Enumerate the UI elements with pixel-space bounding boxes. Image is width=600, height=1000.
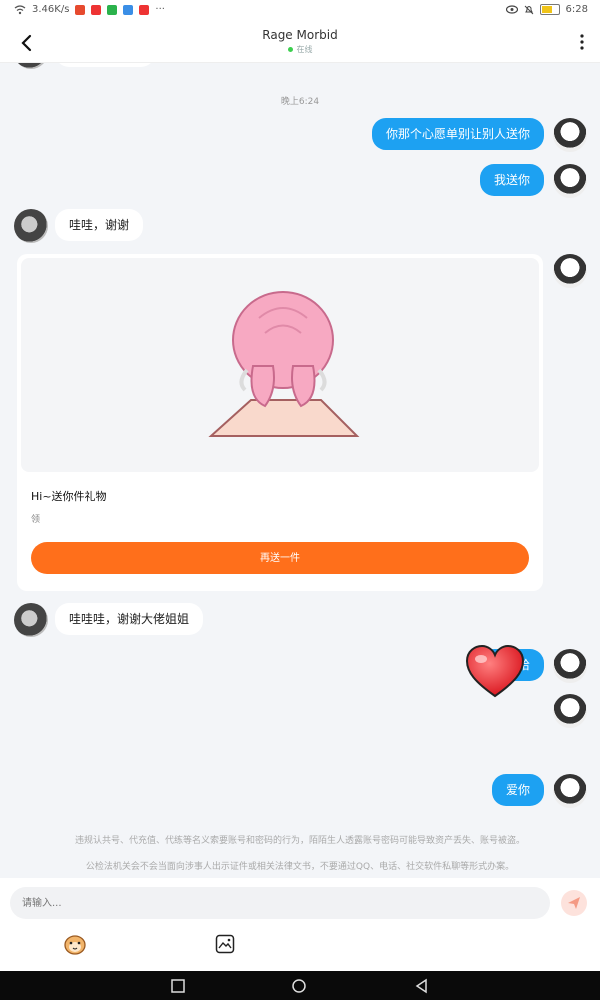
contact-avatar[interactable]	[14, 63, 48, 69]
wechat-icon	[107, 4, 118, 15]
safety-notice-line: 违规认共号、代充值、代练等名义索要账号和密码的行为，陌陌生人透露账号密码可能导致…	[74, 836, 525, 846]
gift-card[interactable]: Hi~送你件礼物 领 再送一件	[17, 254, 543, 591]
contact-avatar[interactable]	[14, 209, 48, 243]
emoji-face-icon[interactable]	[63, 933, 87, 955]
app-notification-icon	[91, 4, 102, 15]
status-right: 6:28	[505, 4, 588, 15]
my-avatar[interactable]	[553, 118, 587, 152]
gift-avatar-illustration	[208, 291, 360, 437]
chat-header: Rage Morbid 在线	[0, 22, 600, 63]
chat-messages[interactable]: 晚上6:24 你那个心愿单别让别人送你 我送你 哇哇，谢谢 Hi~送你件礼物 领…	[0, 63, 600, 878]
online-status-text: 在线	[296, 45, 313, 54]
message-timestamp: 晚上6:24	[280, 97, 320, 107]
composer	[0, 878, 600, 971]
contact-avatar[interactable]	[14, 603, 48, 637]
mute-bell-icon	[524, 5, 533, 14]
message-bubble-incoming[interactable]: 哇哇，谢谢	[55, 209, 144, 241]
my-avatar[interactable]	[553, 254, 587, 288]
gift-title: Hi~送你件礼物	[31, 490, 107, 503]
app-notification-icon	[75, 4, 86, 15]
gift-subtitle: 领	[31, 515, 41, 525]
send-icon	[568, 897, 580, 909]
more-notifications-icon: ···	[155, 4, 165, 15]
my-avatar[interactable]	[553, 649, 587, 683]
message-bubble-outgoing[interactable]: 爱你	[491, 774, 544, 806]
back-nav-icon[interactable]	[414, 978, 430, 994]
app-notification-icon	[123, 4, 134, 15]
image-icon[interactable]	[215, 934, 235, 954]
wifi-icon	[14, 4, 26, 14]
status-left: 3.46K/s ···	[14, 4, 165, 15]
system-nav-bar	[0, 971, 600, 1000]
my-avatar[interactable]	[553, 694, 587, 728]
eye-icon	[505, 5, 518, 14]
battery-icon	[539, 4, 560, 15]
heart-sticker[interactable]	[465, 644, 525, 699]
recent-apps-icon[interactable]	[170, 978, 186, 994]
safety-notice: 违规认共号、代充值、代练等名义索要账号和密码的行为，陌陌生人透露账号密码可能导致…	[20, 828, 580, 878]
my-avatar[interactable]	[553, 164, 587, 198]
message-bubble-incoming[interactable]: 哇哇哇，谢谢大佬姐姐	[55, 603, 204, 635]
clock-time: 6:28	[565, 4, 588, 15]
message-bubble-outgoing[interactable]: 我送你	[479, 164, 544, 196]
message-bubble-outgoing[interactable]: 你那个心愿单别让别人送你	[371, 118, 544, 150]
app-notification-icon	[139, 4, 150, 15]
send-button[interactable]	[561, 890, 587, 916]
more-vertical-icon[interactable]	[578, 33, 586, 51]
safety-notice-line: 公检法机关会不会当面向涉事人出示证件或相关法律文书，不要通过QQ、电话、社交软件…	[85, 862, 515, 872]
contact-name: Rage Morbid	[262, 28, 338, 42]
home-icon[interactable]	[291, 978, 307, 994]
my-avatar[interactable]	[553, 774, 587, 808]
message-bubble-partial[interactable]	[55, 63, 155, 67]
network-speed: 3.46K/s	[32, 4, 70, 15]
online-dot-icon	[287, 47, 293, 52]
online-status: 在线	[0, 44, 600, 55]
send-another-gift-button[interactable]: 再送一件	[31, 542, 529, 574]
message-input[interactable]	[10, 887, 550, 919]
status-bar: 3.46K/s ··· 6:28	[0, 0, 600, 22]
gift-image	[21, 258, 539, 472]
